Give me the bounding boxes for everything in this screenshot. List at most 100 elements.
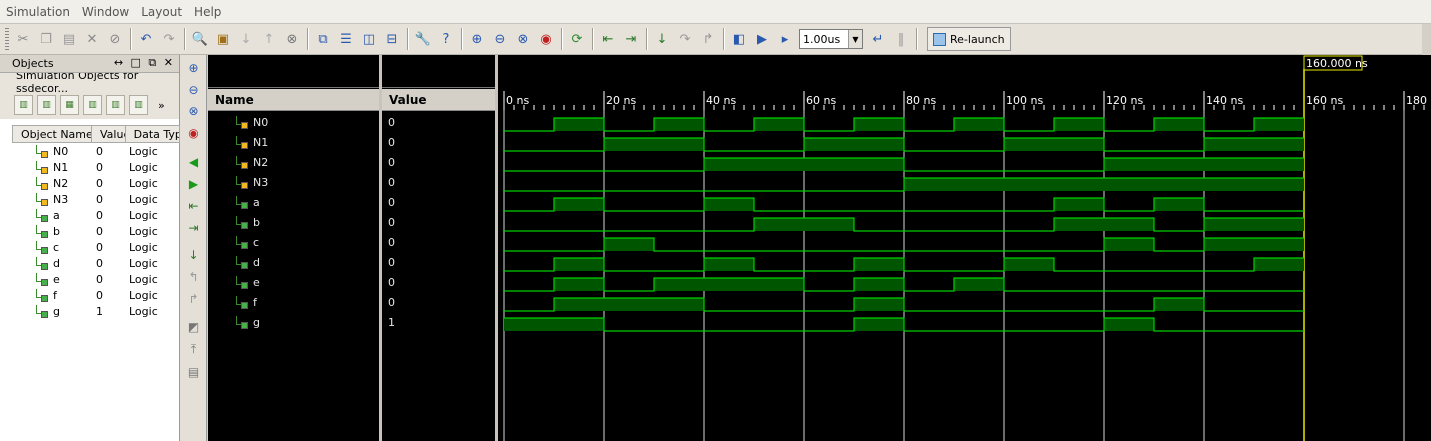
delete-icon[interactable]: ✕ (81, 28, 103, 50)
zoom-in-icon[interactable]: ⊕ (184, 58, 203, 77)
zoom-in-icon[interactable]: ⊕ (466, 28, 488, 50)
filter-constant-icon[interactable]: ▥ (106, 95, 125, 115)
break-icon[interactable]: ↵ (867, 28, 889, 50)
copy-icon[interactable]: ❐ (35, 28, 57, 50)
table-row[interactable]: a 0 Logic (12, 207, 180, 223)
filter-internal-icon[interactable]: ▥ (83, 95, 102, 115)
clear-icon[interactable]: ⊗ (281, 28, 303, 50)
table-row[interactable]: N3 0 Logic (12, 191, 180, 207)
signal-row[interactable]: e (208, 272, 379, 292)
settings-wrench-icon[interactable]: 🔧 (412, 28, 434, 50)
signal-value: 0 (388, 295, 395, 309)
table-row[interactable]: f 0 Logic (12, 287, 180, 303)
zoom-fit-icon[interactable]: ⊗ (184, 101, 203, 120)
table-row[interactable]: b 0 Logic (12, 223, 180, 239)
swap-cursors-icon[interactable]: ◩ (184, 317, 203, 336)
find-icon[interactable]: 🔍 (189, 28, 211, 50)
signal-row[interactable]: N2 (208, 152, 379, 172)
relaunch-button[interactable]: Re-launch (927, 27, 1011, 51)
name-column-header[interactable]: Name (208, 89, 379, 111)
table-row[interactable]: d 0 Logic (12, 255, 180, 271)
zoom-out-icon[interactable]: ⊖ (489, 28, 511, 50)
filter-output-icon[interactable]: ▥ (37, 95, 56, 115)
go-to-start-icon[interactable]: ◀ (184, 152, 203, 171)
add-marker-icon[interactable]: ↓ (184, 245, 203, 264)
float-window-icon[interactable]: ⊟ (381, 28, 403, 50)
run-icon[interactable]: ▶ (751, 28, 773, 50)
waveform-high-fill (1204, 138, 1254, 151)
tile-vertical-icon[interactable]: ◫ (358, 28, 380, 50)
no-entry-icon[interactable]: ⊘ (104, 28, 126, 50)
signal-row[interactable]: N1 (208, 132, 379, 152)
redo-icon[interactable]: ↷ (158, 28, 180, 50)
toolbar-separator (307, 28, 309, 50)
arrow-down-icon[interactable]: ↓ (235, 28, 257, 50)
col-value[interactable]: Value (92, 126, 126, 142)
waveform-high-fill (804, 138, 854, 151)
signal-row[interactable]: b (208, 212, 379, 232)
signal-row[interactable]: N3 (208, 172, 379, 192)
cascade-icon[interactable]: ⧉ (312, 28, 334, 50)
toolbar-grip[interactable] (5, 28, 9, 50)
value-column-top (382, 55, 495, 88)
col-data-type[interactable]: Data Type (126, 126, 179, 142)
waveform-high-fill (1054, 178, 1104, 191)
paste-icon[interactable]: ▤ (58, 28, 80, 50)
filter-inout-icon[interactable]: ▦ (60, 95, 79, 115)
signal-row[interactable]: g (208, 312, 379, 332)
floating-ruler-icon[interactable]: ▤ (184, 362, 203, 381)
menu-simulation[interactable]: Simulation (0, 5, 76, 19)
col-object-name[interactable]: Object Name (13, 126, 92, 142)
menu-help[interactable]: Help (188, 5, 227, 19)
waveform-high-fill (754, 218, 804, 231)
signal-row[interactable]: f (208, 292, 379, 312)
zoom-out-icon[interactable]: ⊖ (184, 80, 203, 99)
value-column-header[interactable]: Value (382, 89, 495, 111)
run-for-time-icon[interactable]: ▸ (774, 28, 796, 50)
signal-row[interactable]: N0 (208, 112, 379, 132)
previous-marker-icon[interactable]: ↰ (184, 267, 203, 286)
step-icon[interactable]: ↓ (651, 28, 673, 50)
waveform-canvas[interactable]: 0 ns 20 ns 40 ns 60 ns 80 ns 100 ns 120 ns 140 … (498, 55, 1431, 441)
table-row[interactable]: e 0 Logic (12, 271, 180, 287)
help-cursor-icon[interactable]: ? (435, 28, 457, 50)
cut-icon[interactable]: ✂ (12, 28, 34, 50)
signal-row[interactable]: c (208, 232, 379, 252)
next-transition-icon[interactable]: ⇥ (184, 218, 203, 237)
menu-window[interactable]: Window (76, 5, 135, 19)
next-marker-icon[interactable]: ↱ (184, 289, 203, 308)
table-row[interactable]: N2 0 Logic (12, 175, 180, 191)
table-row[interactable]: g 1 Logic (12, 303, 180, 319)
zoom-cursor-icon[interactable]: ◉ (184, 123, 203, 142)
table-row[interactable]: N0 0 Logic (12, 143, 180, 159)
signal-row[interactable]: d (208, 252, 379, 272)
filter-input-icon[interactable]: ▥ (14, 95, 33, 115)
pause-icon[interactable]: ‖ (890, 28, 912, 50)
previous-transition-icon[interactable]: ⇤ (184, 196, 203, 215)
zoom-cursor-icon[interactable]: ◉ (535, 28, 557, 50)
go-to-end-icon[interactable]: ▶ (184, 174, 203, 193)
arrow-up-icon[interactable]: ↑ (258, 28, 280, 50)
zoom-fit-icon[interactable]: ⊗ (512, 28, 534, 50)
step-out-icon[interactable]: ↱ (697, 28, 719, 50)
table-row[interactable]: c 0 Logic (12, 239, 180, 255)
snap-to-transition-icon[interactable]: ⤒ (184, 340, 203, 359)
find-in-files-icon[interactable]: ▣ (212, 28, 234, 50)
step-over-icon[interactable]: ↷ (674, 28, 696, 50)
menu-layout[interactable]: Layout (135, 5, 188, 19)
restart-sim-icon[interactable]: ◧ (728, 28, 750, 50)
object-name: f (53, 288, 57, 302)
chevron-down-icon[interactable]: ▼ (848, 30, 862, 48)
tile-horizontal-icon[interactable]: ☰ (335, 28, 357, 50)
restart-icon[interactable]: ⇤ (597, 28, 619, 50)
filter-variable-icon[interactable]: ▥ (129, 95, 148, 115)
undo-icon[interactable]: ↶ (135, 28, 157, 50)
time-ruler (503, 91, 1425, 110)
table-row[interactable]: N1 0 Logic (12, 159, 180, 175)
run-time-select[interactable]: 1.00us ▼ (799, 29, 863, 49)
panel-window-controls[interactable]: ↔ □ ⧉ ✕ (114, 56, 175, 70)
more-tools-button[interactable]: » (158, 99, 165, 112)
run-all-icon[interactable]: ⇥ (620, 28, 642, 50)
refresh-icon[interactable]: ⟳ (566, 28, 588, 50)
signal-row[interactable]: a (208, 192, 379, 212)
